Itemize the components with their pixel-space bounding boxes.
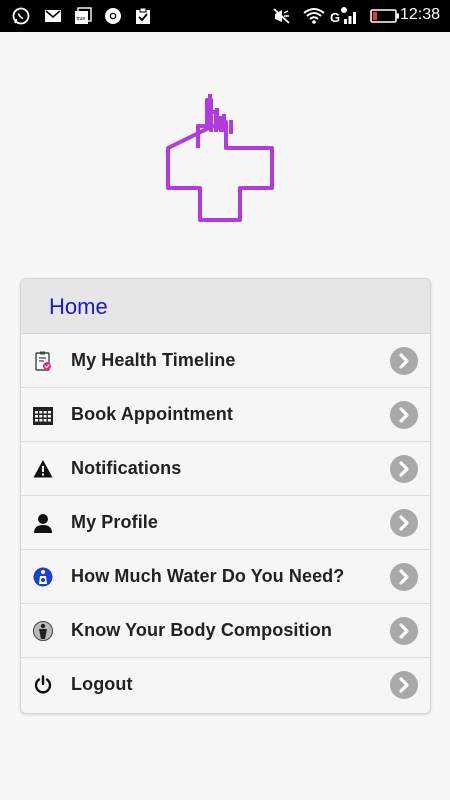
whatsapp-icon <box>12 7 30 25</box>
menu-item-body-composition[interactable]: Know Your Body Composition <box>21 604 430 658</box>
chevron-right-icon[interactable] <box>390 401 418 429</box>
health-timeline-icon <box>33 351 53 371</box>
user-icon <box>33 513 53 533</box>
clock: 12:38 <box>399 6 440 23</box>
power-icon <box>33 675 53 695</box>
menu-item-label: Logout <box>71 674 133 694</box>
svg-text:true: true <box>77 16 86 22</box>
menu-item-water-need[interactable]: How Much Water Do You Need? <box>21 550 430 604</box>
menu-item-label: My Health Timeline <box>71 350 236 370</box>
water-person-icon <box>33 567 53 587</box>
menu-item-book-appointment[interactable]: Book Appointment <box>21 388 430 442</box>
menu-item-label: How Much Water Do You Need? <box>71 566 345 586</box>
battery-icon <box>370 7 400 25</box>
menu-item-logout[interactable]: Logout <box>21 658 430 711</box>
status-bar: true G 12:38 <box>0 0 450 32</box>
menu-item-label: My Profile <box>71 512 159 532</box>
chevron-right-icon[interactable] <box>390 617 418 645</box>
chevron-right-icon[interactable] <box>390 509 418 537</box>
clipboard-icon <box>134 7 152 25</box>
mute-icon <box>272 7 290 25</box>
chrome-icon <box>104 7 122 25</box>
body-composition-icon <box>33 621 53 641</box>
menu-item-label: Know Your Body Composition <box>71 620 332 640</box>
chevron-right-icon[interactable] <box>390 455 418 483</box>
svg-text:G: G <box>330 10 340 25</box>
gmail-icon <box>44 7 62 25</box>
calendar-icon <box>33 405 53 425</box>
truecaller-icon: true <box>74 7 92 25</box>
warning-icon <box>33 459 53 479</box>
menu-item-my-profile[interactable]: My Profile <box>21 496 430 550</box>
card-header: Home <box>21 279 430 334</box>
chevron-right-icon[interactable] <box>390 563 418 591</box>
menu-item-label: Book Appointment <box>71 404 233 424</box>
app-logo <box>160 92 280 224</box>
home-menu-card: Home My Health Timeline Book Appointment… <box>20 278 431 714</box>
signal-icon: G <box>330 7 360 25</box>
wifi-icon <box>302 7 326 25</box>
menu-item-health-timeline[interactable]: My Health Timeline <box>21 334 430 388</box>
page-title: Home <box>49 294 108 319</box>
menu-item-label: Notifications <box>71 458 182 478</box>
medical-cross-hand-logo <box>166 94 274 222</box>
menu-item-notifications[interactable]: Notifications <box>21 442 430 496</box>
chevron-right-icon[interactable] <box>390 347 418 375</box>
chevron-right-icon[interactable] <box>390 671 418 699</box>
